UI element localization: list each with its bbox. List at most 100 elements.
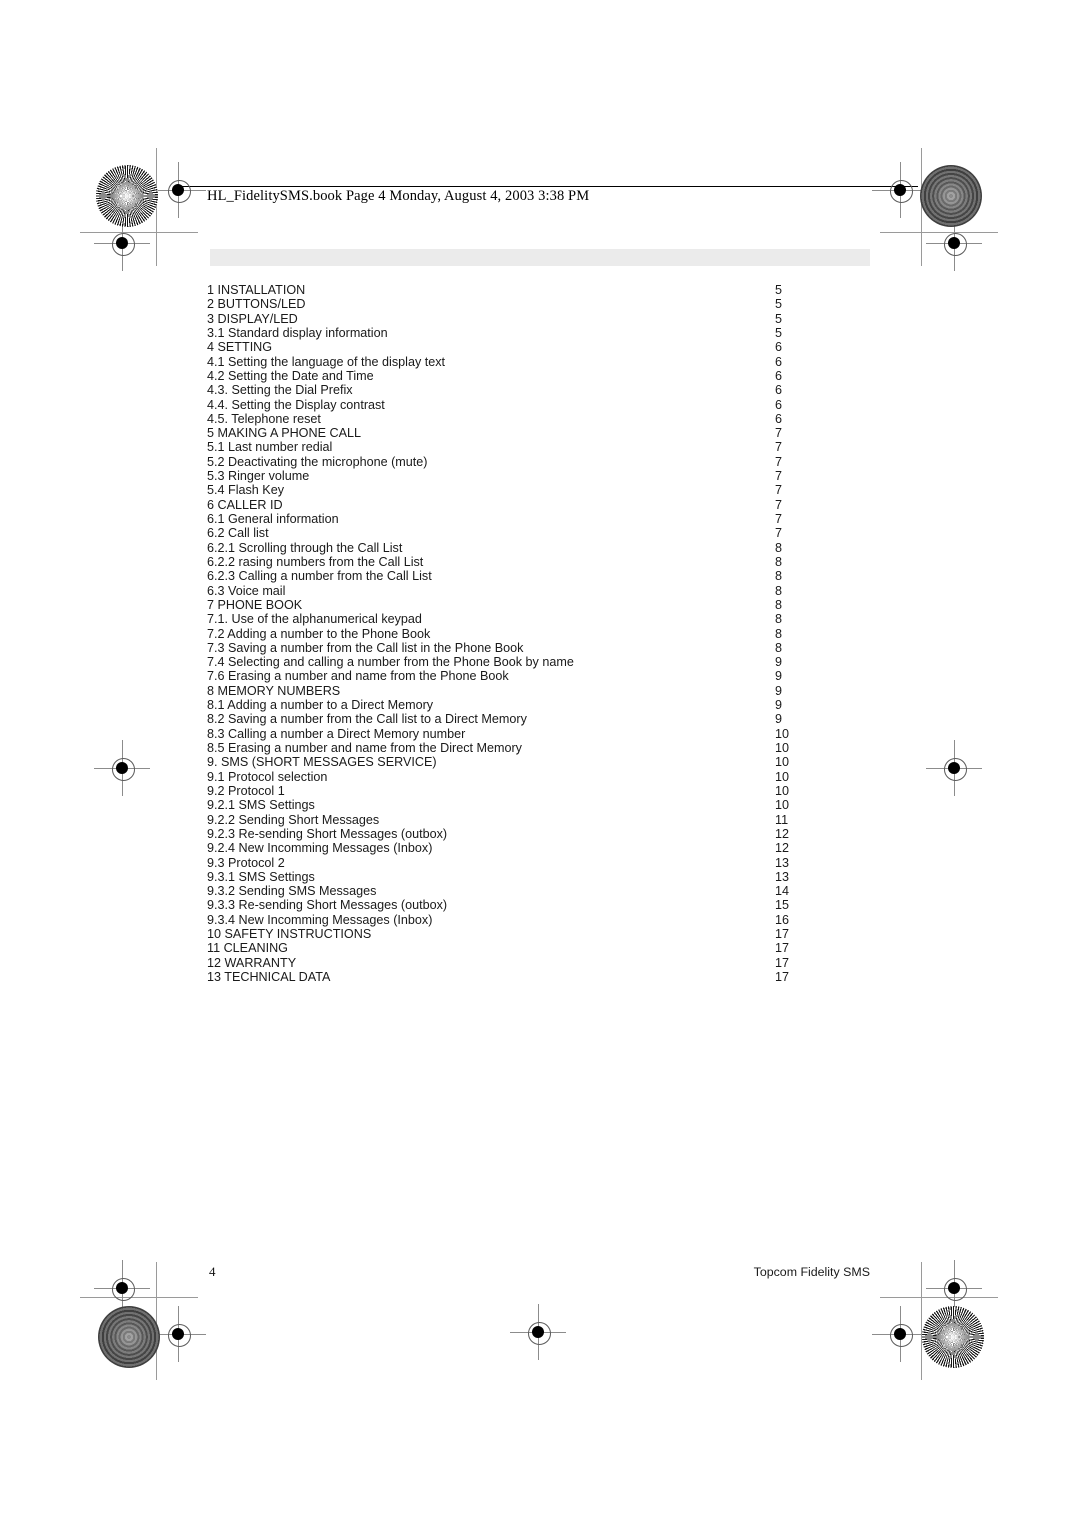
- toc-entry[interactable]: 9.3.2 Sending SMS Messages 14: [207, 884, 907, 898]
- toc-entry[interactable]: 7.2 Adding a number to the Phone Book 8: [207, 627, 907, 641]
- toc-entry[interactable]: 10 SAFETY INSTRUCTIONS 17: [207, 927, 907, 941]
- toc-entry[interactable]: 6.2.2 rasing numbers from the Call List 8: [207, 555, 907, 569]
- toc-entry-page-number: 6: [775, 340, 783, 355]
- toc-entry[interactable]: 9.2.4 New Incomming Messages (Inbox) 12: [207, 841, 907, 855]
- toc-entry-page-number: 10: [775, 726, 790, 741]
- toc-entry[interactable]: 12 WARRANTY 17: [207, 956, 907, 970]
- toc-entry-title: 6.2 Call list: [207, 526, 269, 541]
- toc-entry-title: 4 SETTING: [207, 340, 273, 355]
- toc-entry[interactable]: 4.2 Setting the Date and Time 6: [207, 369, 907, 383]
- toc-entry[interactable]: 5.1 Last number redial 7: [207, 440, 907, 454]
- toc-entry[interactable]: 7.6 Erasing a number and name from the P…: [207, 669, 907, 683]
- toc-entry-title: 3 DISPLAY/LED: [207, 311, 298, 326]
- toc-entry-page-number: 10: [775, 798, 790, 813]
- toc-entry[interactable]: 8.1 Adding a number to a Direct Memory 9: [207, 698, 907, 712]
- toc-entry-page-number: 7: [775, 483, 783, 498]
- toc-entry[interactable]: 7.4 Selecting and calling a number from …: [207, 655, 907, 669]
- toc-entry-page-number: 8: [775, 540, 783, 555]
- toc-entry-title: 11 CLEANING: [207, 941, 288, 956]
- toc-entry-title: 8 MEMORY NUMBERS: [207, 683, 341, 698]
- toc-entry[interactable]: 9.3 Protocol 2 13: [207, 856, 907, 870]
- toc-entry-page-number: 10: [775, 769, 790, 784]
- toc-entry-page-number: 10: [775, 741, 790, 755]
- toc-entry-title: 9.1 Protocol selection: [207, 769, 328, 784]
- toc-entry[interactable]: 3 DISPLAY/LED 5: [207, 312, 907, 326]
- toc-entry-title: 9.2.4 New Incomming Messages (Inbox): [207, 841, 433, 856]
- toc-entry[interactable]: 11 CLEANING 17: [207, 941, 907, 955]
- toc-entry-title: 5.1 Last number redial: [207, 440, 333, 455]
- header-slug-text: HL_FidelitySMS.book Page 4 Monday, Augus…: [207, 188, 590, 204]
- toc-entry-page-number: 5: [775, 325, 783, 340]
- toc-entry[interactable]: 8 MEMORY NUMBERS 9: [207, 684, 907, 698]
- toc-entry-page-number: 8: [775, 612, 783, 627]
- toc-entry[interactable]: 9.3.1 SMS Settings 13: [207, 870, 907, 884]
- toc-entry[interactable]: 7.3 Saving a number from the Call list i…: [207, 641, 907, 655]
- toc-entry[interactable]: 9.2.1 SMS Settings 10: [207, 798, 907, 812]
- toc-entry-page-number: 7: [775, 512, 783, 526]
- toc-entry[interactable]: 5.2 Deactivating the microphone (mute) 7: [207, 455, 907, 469]
- toc-entry[interactable]: 4.1 Setting the language of the display …: [207, 355, 907, 369]
- toc-entry[interactable]: 9.1 Protocol selection 10: [207, 770, 907, 784]
- registration-mark-middle-right: [926, 740, 982, 796]
- toc-entry[interactable]: 6.2.3 Calling a number from the Call Lis…: [207, 569, 907, 583]
- toc-entry-page-number: 9: [775, 655, 783, 670]
- toc-entry-page-number: 8: [775, 554, 783, 569]
- toc-entry[interactable]: 9. SMS (SHORT MESSAGES SERVICE) 10: [207, 755, 907, 769]
- toc-entry-page-number: 14: [775, 884, 790, 899]
- header-rule: [178, 186, 918, 187]
- toc-entry-page-number: 7: [775, 526, 783, 541]
- toc-entry[interactable]: 6.2 Call list 7: [207, 526, 907, 540]
- toc-entry[interactable]: 9.2.2 Sending Short Messages 11: [207, 813, 907, 827]
- toc-entry[interactable]: 13 TECHNICAL DATA 17: [207, 970, 907, 984]
- toc-entry[interactable]: 5.4 Flash Key 7: [207, 483, 907, 497]
- toc-entry-page-number: 17: [775, 970, 790, 984]
- toc-entry-page-number: 12: [775, 841, 790, 856]
- toc-entry[interactable]: 8.3 Calling a number a Direct Memory num…: [207, 727, 907, 741]
- toc-entry-title: 4.5. Telephone reset: [207, 411, 321, 426]
- toc-entry[interactable]: 8.5 Erasing a number and name from the D…: [207, 741, 907, 755]
- toc-entry[interactable]: 5 MAKING A PHONE CALL 7: [207, 426, 907, 440]
- toc-entry[interactable]: 9.3.3 Re-sending Short Messages (outbox)…: [207, 898, 907, 912]
- section-banner: [210, 249, 870, 266]
- toc-entry-title: 9.3.1 SMS Settings: [207, 869, 315, 884]
- toc-entry[interactable]: 1 INSTALLATION 5: [207, 283, 907, 297]
- toc-entry[interactable]: 9.2.3 Re-sending Short Messages (outbox)…: [207, 827, 907, 841]
- toc-entry-title: 9.3.2 Sending SMS Messages: [207, 884, 377, 899]
- toc-entry[interactable]: 9.2 Protocol 1 10: [207, 784, 907, 798]
- toc-entry-title: 5.2 Deactivating the microphone (mute): [207, 454, 428, 469]
- toc-entry[interactable]: 3.1 Standard display information 5: [207, 326, 907, 340]
- toc-entry[interactable]: 6 CALLER ID 7: [207, 498, 907, 512]
- toc-entry-page-number: 10: [775, 755, 790, 770]
- toc-entry-title: 9.2.3 Re-sending Short Messages (outbox): [207, 826, 448, 841]
- toc-entry[interactable]: 2 BUTTONS/LED 5: [207, 297, 907, 311]
- footer-page-number: 4: [209, 1264, 216, 1279]
- toc-entry[interactable]: 6.2.1 Scrolling through the Call List 8: [207, 541, 907, 555]
- toc-entry[interactable]: 4.4. Setting the Display contrast 6: [207, 398, 907, 412]
- document-page: HL_FidelitySMS.book Page 4 Monday, Augus…: [0, 0, 1080, 1528]
- toc-entry[interactable]: 4.5. Telephone reset 6: [207, 412, 907, 426]
- toc-entry-title: 2 BUTTONS/LED: [207, 297, 306, 312]
- toc-entry-page-number: 13: [775, 855, 790, 870]
- toc-entry[interactable]: 6.1 General information 7: [207, 512, 907, 526]
- toc-entry[interactable]: 4.3. Setting the Dial Prefix 6: [207, 383, 907, 397]
- toc-entry[interactable]: 9.3.4 New Incomming Messages (Inbox) 16: [207, 913, 907, 927]
- toc-entry[interactable]: 4 SETTING 6: [207, 340, 907, 354]
- toc-entry-page-number: 9: [775, 683, 783, 698]
- toc-entry-title: 7.3 Saving a number from the Call list i…: [207, 640, 524, 655]
- toc-entry[interactable]: 7.1. Use of the alphanumerical keypad 8: [207, 612, 907, 626]
- toc-entry-title: 8.2 Saving a number from the Call list t…: [207, 712, 527, 727]
- toc-entry[interactable]: 6.3 Voice mail 8: [207, 584, 907, 598]
- registration-mark-top-left-inner: [150, 162, 206, 218]
- toc-entry[interactable]: 5.3 Ringer volume 7: [207, 469, 907, 483]
- toc-entry-title: 4.4. Setting the Display contrast: [207, 397, 385, 412]
- toc-entry-page-number: 8: [775, 626, 783, 641]
- toc-entry-title: 5 MAKING A PHONE CALL: [207, 426, 361, 441]
- star-target-top-left: [96, 165, 158, 227]
- toc-entry-title: 6 CALLER ID: [207, 497, 283, 512]
- toc-entry-page-number: 9: [775, 669, 783, 684]
- toc-entry-page-number: 7: [775, 469, 783, 484]
- toc-entry[interactable]: 8.2 Saving a number from the Call list t…: [207, 712, 907, 726]
- toc-entry-title: 5.3 Ringer volume: [207, 469, 310, 484]
- toc-entry-title: 4.1 Setting the language of the display …: [207, 354, 446, 369]
- toc-entry[interactable]: 7 PHONE BOOK 8: [207, 598, 907, 612]
